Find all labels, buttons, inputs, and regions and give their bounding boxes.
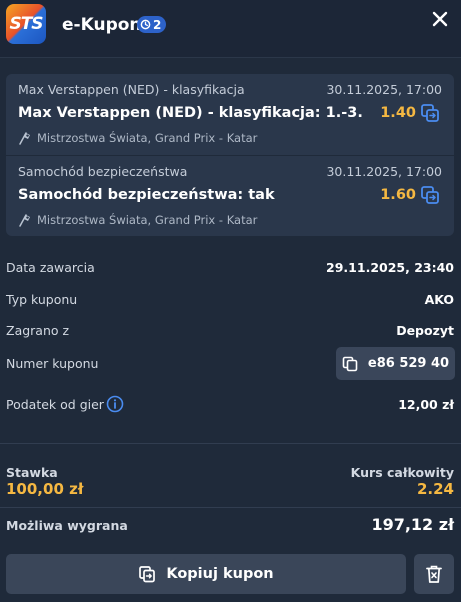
- tax-label: Podatek od gier: [6, 397, 104, 412]
- swap-selection-icon[interactable]: [420, 185, 440, 205]
- potential-win-label: Możliwa wygrana: [6, 518, 128, 533]
- bet-selection: Max Verstappen (NED) - klasyfikacja: 1.-…: [18, 105, 363, 121]
- divider: [0, 443, 461, 444]
- source-label: Zagrano z: [6, 323, 70, 338]
- bet-market: Samochód bezpieczeństwa: [18, 164, 188, 179]
- race-flag-icon: [19, 132, 30, 145]
- bet-market: Max Verstappen (NED) - klasyfikacja: [18, 82, 245, 97]
- close-icon[interactable]: [429, 8, 451, 30]
- potential-win-value: 197,12 zł: [371, 515, 454, 534]
- placed-date-label: Data zawarcia: [6, 260, 95, 275]
- bet-odds: 1.60: [380, 187, 416, 203]
- bet-list: Max Verstappen (NED) - klasyfikacja 30.1…: [6, 74, 454, 236]
- coupon-type-label: Typ kuponu: [6, 292, 78, 307]
- bet-date: 30.11.2025, 17:00: [326, 82, 442, 97]
- copy-coupon-button[interactable]: Kopiuj kupon: [6, 554, 406, 594]
- delete-coupon-button[interactable]: [414, 554, 454, 594]
- placed-date-value: 29.11.2025, 23:40: [326, 260, 454, 275]
- coupon-number-value: e86 529 40: [367, 356, 450, 371]
- bet-event-label: Mistrzostwa Świata, Grand Prix - Katar: [37, 213, 258, 227]
- coupon-type-value: AKO: [424, 292, 454, 307]
- info-icon[interactable]: [106, 395, 124, 413]
- trash-icon: [426, 565, 442, 583]
- divider: [0, 507, 461, 508]
- race-flag-icon: [19, 214, 30, 227]
- stake-value: 100,00 zł: [6, 480, 84, 498]
- bet-item: Max Verstappen (NED) - klasyfikacja 30.1…: [6, 74, 454, 154]
- bet-odds: 1.40: [380, 105, 416, 121]
- coupon-number-label: Numer kuponu: [6, 356, 99, 371]
- bet-date: 30.11.2025, 17:00: [326, 164, 442, 179]
- logo-text: STS: [9, 14, 43, 34]
- bet-count-badge: 2: [137, 16, 167, 33]
- bet-item: Samochód bezpieczeństwa 30.11.2025, 17:0…: [6, 155, 454, 235]
- bet-count: 2: [153, 17, 162, 32]
- copy-coupon-icon: [139, 566, 156, 583]
- copy-icon: [342, 356, 358, 371]
- bet-event: Mistrzostwa Świata, Grand Prix - Katar: [18, 213, 257, 227]
- bet-event: Mistrzostwa Świata, Grand Prix - Katar: [18, 131, 257, 145]
- tax-value: 12,00 zł: [398, 397, 454, 412]
- copy-coupon-number-button[interactable]: e86 529 40: [336, 347, 455, 380]
- bet-selection: Samochód bezpieczeństwa: tak: [18, 187, 275, 203]
- swap-selection-icon[interactable]: [420, 103, 440, 123]
- sts-logo: STS: [6, 4, 46, 44]
- copy-coupon-label: Kopiuj kupon: [166, 566, 274, 582]
- coupon-header: STS e-Kupon 2: [0, 0, 461, 58]
- total-odds-label: Kurs całkowity: [350, 465, 454, 480]
- bet-event-label: Mistrzostwa Świata, Grand Prix - Katar: [37, 131, 258, 145]
- source-value: Depozyt: [396, 323, 454, 338]
- total-odds-value: 2.24: [416, 480, 454, 498]
- page-title: e-Kupon: [62, 15, 142, 35]
- ticket-icon: [140, 19, 151, 30]
- stake-label: Stawka: [6, 465, 58, 480]
